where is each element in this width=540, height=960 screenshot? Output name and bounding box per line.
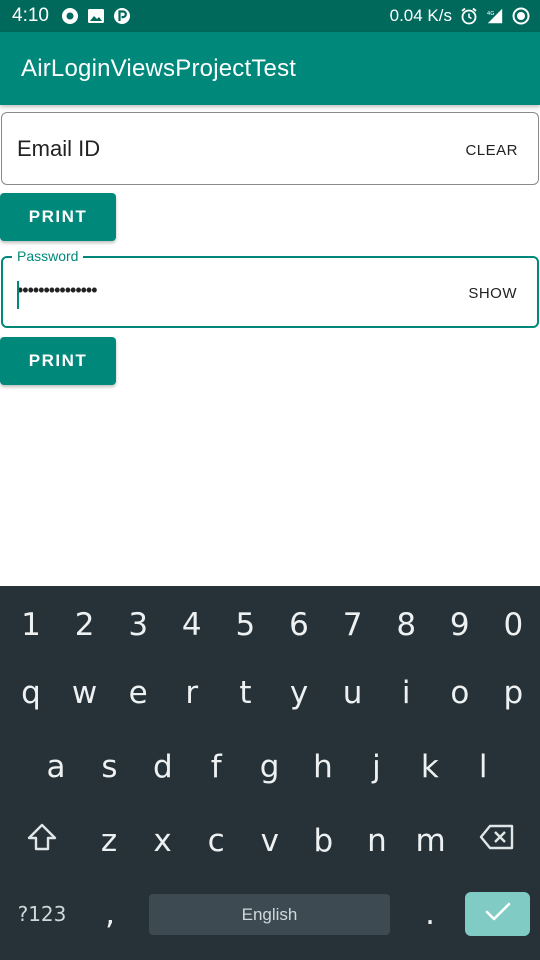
number-key-6[interactable]: 6 bbox=[272, 595, 326, 655]
spacebar[interactable]: English bbox=[149, 894, 390, 935]
number-key-3[interactable]: 3 bbox=[111, 595, 165, 655]
svg-text:4G: 4G bbox=[487, 11, 495, 17]
status-right: 0.04 K/s 4G bbox=[390, 6, 530, 26]
letter-key-a[interactable]: a bbox=[29, 737, 83, 797]
app-bar: AirLoginViewsProjectTest bbox=[0, 32, 540, 105]
period-key[interactable]: . bbox=[403, 884, 457, 944]
number-key-8[interactable]: 8 bbox=[379, 595, 433, 655]
shift-arrow-icon bbox=[26, 822, 58, 860]
soft-keyboard: 1234567890 qwertyuiop asdfghjkl zxcvbnm … bbox=[0, 586, 540, 960]
email-hint: Email ID bbox=[17, 136, 101, 161]
number-key-7[interactable]: 7 bbox=[326, 595, 380, 655]
letter-key-l[interactable]: l bbox=[456, 737, 510, 797]
keyboard-row-2: asdfghjkl bbox=[0, 737, 540, 797]
password-value: ••••••••••••••• bbox=[17, 280, 98, 300]
letter-key-x[interactable]: x bbox=[136, 811, 190, 871]
letter-key-t[interactable]: t bbox=[218, 663, 272, 723]
record-circle-icon bbox=[512, 7, 530, 25]
app-title: AirLoginViewsProjectTest bbox=[21, 54, 297, 82]
letter-key-v[interactable]: v bbox=[243, 811, 297, 871]
password-field[interactable]: Password ••••••••••••••• SHOW bbox=[1, 248, 539, 328]
notification-icons bbox=[61, 7, 131, 25]
letter-key-k[interactable]: k bbox=[403, 737, 457, 797]
symbols-key[interactable]: ?123 bbox=[15, 884, 69, 944]
keyboard-row-3: zxcvbnm bbox=[0, 811, 540, 871]
number-key-1[interactable]: 1 bbox=[4, 595, 58, 655]
letter-key-o[interactable]: o bbox=[433, 663, 487, 723]
backspace-icon bbox=[479, 823, 515, 859]
letter-key-f[interactable]: f bbox=[189, 737, 243, 797]
clear-button[interactable]: CLEAR bbox=[465, 142, 518, 159]
letter-key-u[interactable]: u bbox=[326, 663, 380, 723]
comma-key[interactable]: , bbox=[83, 884, 137, 944]
checkmark-icon bbox=[485, 902, 511, 927]
letter-key-d[interactable]: d bbox=[136, 737, 190, 797]
letter-key-r[interactable]: r bbox=[165, 663, 219, 723]
status-bar: 4:10 0.04 K/s 4G bbox=[0, 0, 540, 32]
letter-key-j[interactable]: j bbox=[349, 737, 403, 797]
letter-key-h[interactable]: h bbox=[296, 737, 350, 797]
image-icon bbox=[87, 7, 105, 25]
enter-key[interactable] bbox=[465, 892, 530, 936]
letter-key-q[interactable]: q bbox=[4, 663, 58, 723]
net-speed: 0.04 K/s bbox=[389, 6, 452, 25]
letter-key-e[interactable]: e bbox=[111, 663, 165, 723]
letter-key-b[interactable]: b bbox=[296, 811, 350, 871]
keyboard-row-1: qwertyuiop bbox=[0, 663, 540, 723]
number-key-4[interactable]: 4 bbox=[165, 595, 219, 655]
letter-key-c[interactable]: c bbox=[189, 811, 243, 871]
letter-key-m[interactable]: m bbox=[404, 811, 458, 871]
letter-key-n[interactable]: n bbox=[350, 811, 404, 871]
number-key-5[interactable]: 5 bbox=[218, 595, 272, 655]
sync-circle-icon bbox=[61, 7, 79, 25]
shift-key[interactable] bbox=[15, 811, 69, 871]
letter-key-y[interactable]: y bbox=[272, 663, 326, 723]
delete-key[interactable] bbox=[470, 811, 524, 871]
number-key-2[interactable]: 2 bbox=[58, 595, 112, 655]
signal-4g-icon: 4G bbox=[486, 7, 504, 25]
letter-key-g[interactable]: g bbox=[243, 737, 297, 797]
letter-key-p[interactable]: p bbox=[486, 663, 540, 723]
keyboard-number-row: 1234567890 bbox=[0, 595, 540, 655]
letter-key-i[interactable]: i bbox=[379, 663, 433, 723]
letter-key-w[interactable]: w bbox=[58, 663, 112, 723]
show-password-button[interactable]: SHOW bbox=[468, 285, 517, 302]
number-key-9[interactable]: 9 bbox=[433, 595, 487, 655]
password-label: Password bbox=[12, 248, 84, 264]
print-password-button[interactable]: PRINT bbox=[0, 337, 116, 385]
status-time: 4:10 bbox=[12, 5, 49, 26]
print-email-button[interactable]: PRINT bbox=[0, 193, 116, 241]
text-cursor bbox=[17, 281, 19, 309]
letter-key-z[interactable]: z bbox=[82, 811, 136, 871]
number-key-0[interactable]: 0 bbox=[486, 595, 540, 655]
parking-p-icon bbox=[113, 7, 131, 25]
alarm-icon bbox=[460, 7, 478, 25]
letter-key-s[interactable]: s bbox=[82, 737, 136, 797]
email-field[interactable]: Email ID CLEAR bbox=[1, 112, 539, 185]
